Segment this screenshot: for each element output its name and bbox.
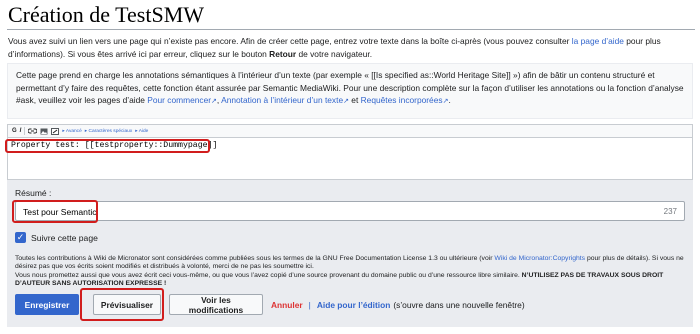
license-text: Toutes les contributions à Wiki de Micro… (15, 255, 495, 262)
summary-value: Test pour Semantic (23, 207, 97, 217)
intro-text-part: de votre navigateur. (296, 48, 373, 59)
title-divider (7, 29, 695, 30)
summary-label: Résumé : (15, 188, 52, 198)
wikitext-textarea[interactable]: Property test: [[testproperty::Dummypage… (8, 139, 692, 180)
link-icon[interactable] (28, 128, 38, 134)
page-title: Création de TestSMW (8, 2, 205, 27)
italic-button[interactable]: I (20, 128, 22, 134)
toolbar-tab-help[interactable]: ▸ Aide (135, 129, 148, 134)
copyrights-link[interactable]: Wiki de Micronator:Copyrights (494, 255, 585, 262)
signature-icon[interactable] (51, 127, 60, 135)
toolbar-tab-special-chars[interactable]: ▸ Caractères spéciaux (85, 129, 132, 134)
notice-text: et (348, 95, 361, 105)
watch-checkbox[interactable]: ✓ (15, 232, 26, 243)
summary-input[interactable]: Test pour Semantic 237 (15, 201, 685, 221)
edit-help-link[interactable]: Aide pour l’édition (317, 300, 391, 310)
image-icon[interactable] (40, 128, 48, 135)
wikitext-content: Property test: [[testproperty::Dummypage… (11, 141, 218, 150)
summary-char-count: 237 (663, 207, 677, 216)
wikitext-editor: G I ▸ Avancé ▸ Caractères spéciaux ▸ Aid… (7, 124, 693, 180)
toolbar-tab-label: Caractères spéciaux (88, 128, 133, 134)
back-keyword: Retour (269, 48, 297, 59)
toolbar-tab-label: Aide (138, 128, 149, 134)
help-page-link[interactable]: la page d’aide (572, 36, 624, 46)
edit-actions: Enregistrer Prévisualiser Voir les modif… (15, 294, 525, 315)
notice-text: . (448, 95, 451, 105)
toolbar-tab-advanced[interactable]: ▸ Avancé (62, 129, 81, 134)
getting-started-link[interactable]: Pour commencer↗ (147, 95, 217, 105)
actions-separator: | (308, 299, 311, 310)
edit-options-panel: Résumé : Test pour Semantic 237 ✓ Suivre… (7, 180, 693, 327)
inline-annotation-link-label: Annotation à l’intérieur d’un texte (221, 95, 344, 105)
editor-toolbar: G I ▸ Avancé ▸ Caractères spéciaux ▸ Aid… (8, 125, 692, 138)
intro-text: Vous avez suivi un lien vers une page qu… (8, 35, 688, 60)
license-notice: Toutes les contributions à Wiki de Micro… (15, 255, 687, 289)
edit-help-note: (s’ouvre dans une nouvelle fenêtre) (393, 299, 525, 310)
watch-label: Suivre cette page (31, 232, 98, 243)
toolbar-tab-label: Avancé (65, 128, 82, 134)
inline-annotation-link[interactable]: Annotation à l’intérieur d’un texte↗ (221, 95, 349, 105)
inline-queries-link[interactable]: Requêtes incorporées↗ (361, 95, 449, 105)
smw-notice-box: Cette page prend en charge les annotatio… (7, 63, 693, 119)
show-changes-button[interactable]: Voir les modifications (169, 294, 263, 315)
cancel-link[interactable]: Annuler (271, 300, 303, 310)
preview-button[interactable]: Prévisualiser (93, 294, 161, 315)
getting-started-link-label: Pour commencer (147, 95, 212, 105)
bold-button[interactable]: G (12, 128, 17, 134)
toolbar-separator (24, 127, 26, 135)
inline-queries-link-label: Requêtes incorporées (360, 95, 443, 105)
license-text: Vous nous promettez aussi que vous avez … (15, 271, 522, 279)
intro-text-part: Vous avez suivi un lien vers une page qu… (8, 36, 572, 46)
watch-page-option[interactable]: ✓ Suivre cette page (15, 232, 98, 243)
save-button[interactable]: Enregistrer (15, 294, 79, 315)
